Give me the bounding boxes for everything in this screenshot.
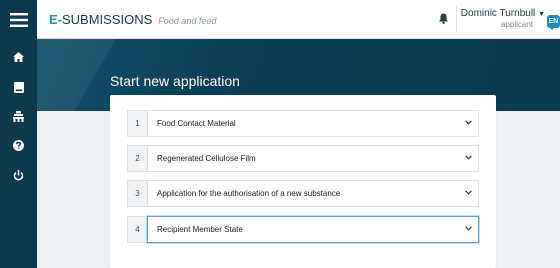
chevron-down-icon: [465, 190, 472, 195]
wizard-step-2: 2 Regenerated Cellulose Film: [127, 145, 479, 172]
application-wizard-card: 1 Food Contact Material 2 Regenerated Ce…: [110, 95, 496, 268]
step-1-value: Food Contact Material: [157, 119, 236, 128]
wizard-step-3: 3 Application for the authorisation of a…: [127, 180, 479, 207]
brand-subtitle: Food and feed: [158, 16, 217, 26]
recipient-member-state-select[interactable]: Recipient Member State: [147, 216, 479, 243]
chevron-down-icon: [465, 120, 472, 125]
brand-prefix: E-: [49, 12, 62, 27]
chevron-down-icon: [465, 155, 472, 160]
step-2-value: Regenerated Cellulose Film: [157, 154, 256, 163]
step-3-value: Application for the authorisation of a n…: [157, 189, 341, 198]
sidebar-item-home[interactable]: [0, 42, 37, 72]
caret-down-icon: ▼: [538, 11, 545, 18]
language-bubble-tail: [549, 27, 555, 30]
step-number: 4: [127, 216, 147, 243]
app-logo[interactable]: E- SUBMISSIONS Food and feed: [49, 12, 216, 27]
step-2-select[interactable]: Regenerated Cellulose Film: [147, 145, 479, 172]
notifications-button[interactable]: [439, 11, 448, 29]
step-3-select[interactable]: Application for the authorisation of a n…: [147, 180, 479, 207]
wizard-step-1: 1 Food Contact Material: [127, 110, 479, 137]
user-name: Dominic Turnbull: [460, 8, 536, 19]
sidebar-item-organisation[interactable]: [0, 101, 37, 131]
home-icon: [13, 52, 24, 62]
step-number: 1: [127, 110, 147, 137]
sidebar-item-logout[interactable]: [0, 160, 37, 190]
menu-toggle-button[interactable]: [0, 4, 37, 36]
user-role: applicant: [500, 20, 533, 29]
step-1-select[interactable]: Food Contact Material: [147, 110, 479, 137]
step-4-value: Recipient Member State: [157, 225, 243, 234]
chevron-down-icon: [465, 226, 472, 231]
book-icon: [13, 81, 24, 93]
power-icon: [13, 169, 24, 181]
users-icon: [13, 110, 24, 122]
page-title: Start new application: [110, 73, 240, 89]
bell-icon: [439, 13, 448, 24]
top-bar: E- SUBMISSIONS Food and feed Dominic Tur…: [37, 0, 560, 39]
sidebar: [0, 0, 37, 268]
user-name-line: Dominic Turnbull ▼: [455, 8, 545, 19]
user-menu[interactable]: Dominic Turnbull ▼ applicant: [455, 8, 545, 29]
menu-icon: [9, 13, 28, 27]
help-icon: [13, 139, 24, 151]
step-number: 2: [127, 145, 147, 172]
sidebar-item-help[interactable]: [0, 130, 37, 160]
sidebar-item-applications[interactable]: [0, 72, 37, 102]
brand-name: SUBMISSIONS: [62, 12, 153, 27]
step-number: 3: [127, 180, 147, 207]
wizard-step-4: 4 Recipient Member State: [127, 216, 479, 243]
